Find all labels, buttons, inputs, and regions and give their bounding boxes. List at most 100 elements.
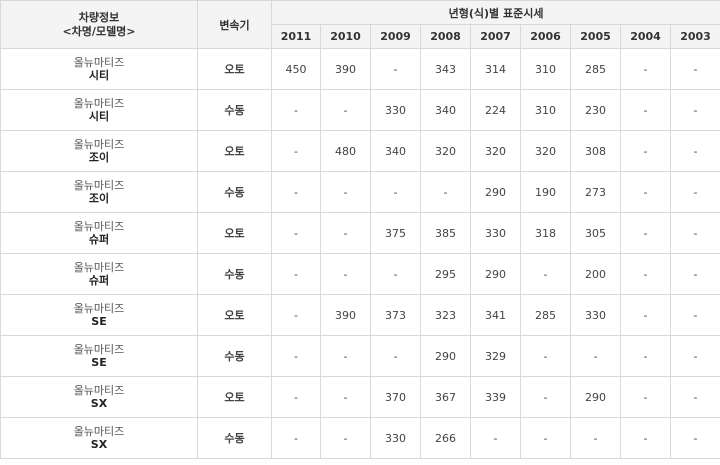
year-header: 2007 bbox=[470, 24, 521, 49]
price-cell: 308 bbox=[570, 130, 621, 172]
price-cell: - bbox=[669, 335, 720, 377]
transmission-cell: 수동 bbox=[197, 171, 272, 213]
price-cell: 295 bbox=[420, 253, 471, 295]
price-cell: 285 bbox=[570, 48, 621, 90]
price-cell: 339 bbox=[470, 376, 521, 418]
price-cell: - bbox=[520, 376, 571, 418]
price-cell: - bbox=[271, 130, 321, 172]
price-cell: 310 bbox=[520, 48, 571, 90]
table-row: 올뉴마티즈 조이 수동 - - - -290 190 273- - bbox=[0, 171, 720, 213]
price-cell: - bbox=[620, 89, 671, 131]
transmission-cell: 수동 bbox=[197, 335, 272, 377]
price-cell: 318 bbox=[520, 212, 571, 254]
model-trim: 시티 bbox=[88, 110, 110, 123]
price-cell: 373 bbox=[370, 294, 421, 336]
transmission-cell: 오토 bbox=[197, 376, 272, 418]
table-row: 올뉴마티즈 SX 오토 - -370 367 339-290- - bbox=[0, 376, 720, 418]
price-cell: 330 bbox=[570, 294, 621, 336]
price-cell: 330 bbox=[470, 212, 521, 254]
price-cell: - bbox=[620, 417, 671, 459]
price-cell: 290 bbox=[420, 335, 471, 377]
model-name: 올뉴마티즈 bbox=[73, 179, 125, 192]
year-header: 2010 bbox=[320, 24, 371, 49]
price-cell: 320 bbox=[520, 130, 571, 172]
price-cell: - bbox=[320, 253, 371, 295]
vehicle-info-header: 차량정보 <차명/모델명> bbox=[0, 0, 198, 49]
model-trim: SX bbox=[90, 397, 108, 410]
vehicle-cell: 올뉴마티즈 SX bbox=[0, 376, 198, 418]
vehicle-cell: 올뉴마티즈 슈퍼 bbox=[0, 253, 198, 295]
model-trim: SX bbox=[90, 438, 108, 451]
price-cell: 340 bbox=[370, 130, 421, 172]
price-cell: - bbox=[271, 253, 321, 295]
table-row: 올뉴마티즈 슈퍼 수동 - - -295 290-200- - bbox=[0, 253, 720, 295]
vehicle-cell: 올뉴마티즈 슈퍼 bbox=[0, 212, 198, 254]
model-name: 올뉴마티즈 bbox=[73, 220, 125, 233]
year-header: 2008 bbox=[420, 24, 471, 49]
price-cell: - bbox=[570, 417, 621, 459]
transmission-cell: 수동 bbox=[197, 89, 272, 131]
price-cell: - bbox=[320, 89, 371, 131]
transmission-cell: 수동 bbox=[197, 417, 272, 459]
model-name: 올뉴마티즈 bbox=[73, 384, 125, 397]
price-cell: - bbox=[420, 171, 471, 213]
price-cell: 273 bbox=[570, 171, 621, 213]
model-name: 올뉴마티즈 bbox=[73, 261, 125, 274]
transmission-cell: 오토 bbox=[197, 130, 272, 172]
price-cell: - bbox=[669, 48, 720, 90]
price-cell: - bbox=[370, 171, 421, 213]
price-cell: 290 bbox=[470, 171, 521, 213]
table-row: 올뉴마티즈 SE 수동 - - -290 329- - - - bbox=[0, 335, 720, 377]
price-cell: - bbox=[320, 212, 371, 254]
price-cell: 230 bbox=[570, 89, 621, 131]
year-header: 2004 bbox=[620, 24, 671, 49]
price-cell: - bbox=[620, 376, 671, 418]
price-cell: 370 bbox=[370, 376, 421, 418]
price-cell: 200 bbox=[570, 253, 621, 295]
price-cell: - bbox=[669, 417, 720, 459]
price-cell: 310 bbox=[520, 89, 571, 131]
price-cell: - bbox=[271, 335, 321, 377]
model-name: 올뉴마티즈 bbox=[73, 97, 125, 110]
price-cell: - bbox=[271, 171, 321, 213]
vehicle-info-subtitle: <차명/모델명> bbox=[62, 24, 136, 38]
price-cell: - bbox=[470, 417, 521, 459]
table-row: 올뉴마티즈 SE 오토 -390 373 323 341 285 330- - bbox=[0, 294, 720, 336]
vehicle-cell: 올뉴마티즈 SE bbox=[0, 335, 198, 377]
price-cell: 330 bbox=[370, 89, 421, 131]
transmission-cell: 오토 bbox=[197, 212, 272, 254]
price-cell: 320 bbox=[420, 130, 471, 172]
price-group-header: 년형(식)별 표준시세 bbox=[270, 0, 720, 25]
model-trim: 슈퍼 bbox=[88, 233, 110, 246]
price-cell: 314 bbox=[470, 48, 521, 90]
model-trim: 슈퍼 bbox=[88, 274, 110, 287]
table-row: 올뉴마티즈 SX 수동 - -330 266- - - - - bbox=[0, 417, 720, 459]
transmission-cell: 오토 bbox=[197, 48, 272, 90]
price-cell: - bbox=[669, 130, 720, 172]
price-cell: 329 bbox=[470, 335, 521, 377]
price-cell: - bbox=[271, 376, 321, 418]
price-cell: - bbox=[520, 253, 571, 295]
vehicle-cell: 올뉴마티즈 시티 bbox=[0, 89, 198, 131]
table-row: 올뉴마티즈 조이 오토 -480 340 320 320 320 308- - bbox=[0, 130, 720, 172]
price-cell: - bbox=[620, 335, 671, 377]
price-cell: 305 bbox=[570, 212, 621, 254]
price-cell: 320 bbox=[470, 130, 521, 172]
vehicle-cell: 올뉴마티즈 조이 bbox=[0, 171, 198, 213]
transmission-cell: 오토 bbox=[197, 294, 272, 336]
model-name: 올뉴마티즈 bbox=[73, 425, 125, 438]
transmission-cell: 수동 bbox=[197, 253, 272, 295]
price-cell: - bbox=[320, 376, 371, 418]
price-cell: - bbox=[669, 89, 720, 131]
price-cell: - bbox=[620, 48, 671, 90]
price-cell: - bbox=[320, 417, 371, 459]
price-cell: 290 bbox=[470, 253, 521, 295]
price-cell: 390 bbox=[320, 48, 371, 90]
price-cell: 290 bbox=[570, 376, 621, 418]
price-cell: - bbox=[520, 417, 571, 459]
price-cell: 367 bbox=[420, 376, 471, 418]
year-header: 2006 bbox=[520, 24, 571, 49]
model-trim: SE bbox=[91, 315, 107, 328]
model-trim: 조이 bbox=[88, 192, 110, 205]
price-cell: 385 bbox=[420, 212, 471, 254]
